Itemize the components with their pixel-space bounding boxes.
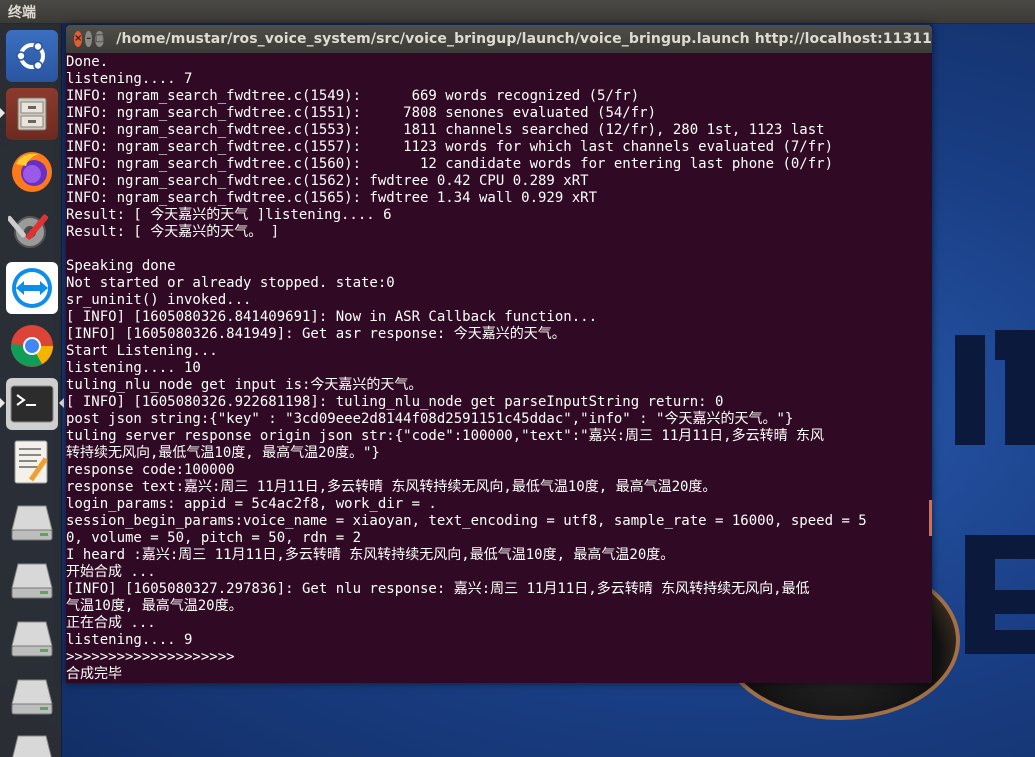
terminal-line: post json string:{"key" : "3cd09eee2d814… [66, 411, 794, 427]
gear-wrench-icon [8, 214, 49, 248]
wallpaper-shape [995, 630, 1035, 654]
terminal-output[interactable]: Done. listening.... 7 INFO: ngram_search_f… [66, 53, 932, 683]
window-title: /home/mustar/ros_voice_system/src/voice_… [116, 31, 932, 47]
terminal-line: [INFO] [1605080326.841949]: Get asr resp… [66, 326, 566, 342]
terminal-line: 0, volume = 50, pitch = 50, rdn = 2 [66, 530, 362, 546]
terminal-line: Result: [ 今天嘉兴的天气。 ] [66, 224, 280, 240]
terminal-line: >>>>>>>>>>>>>>>>>>>> [66, 649, 235, 665]
terminal-line: login_params: appid = 5c4ac2f8, work_dir… [66, 496, 437, 512]
drive-icon[interactable] [6, 728, 58, 757]
terminal-window[interactable]: × – □ /home/mustar/ros_voice_system/src/… [66, 25, 932, 683]
terminal-line: INFO: ngram_search_fwdtree.c(1553): 1811… [66, 122, 825, 138]
terminal-line: 正在合成 ... [66, 615, 156, 631]
terminal-line: Start Listening... [66, 343, 218, 359]
wallpaper-shape [965, 535, 1035, 559]
minimize-button[interactable]: – [85, 31, 92, 47]
terminal-line: [ INFO] [1605080326.841409691]: Now in A… [66, 309, 598, 325]
terminal-line: listening.... 9 [66, 632, 193, 648]
hard-drive-icon [12, 735, 52, 757]
system-settings-icon[interactable] [6, 204, 58, 256]
wallpaper-shape [965, 559, 995, 654]
terminal-line: 转持续无风向,最低气温10度, 最高气温20度。"} [66, 445, 380, 461]
firefox-icon[interactable] [6, 146, 58, 198]
terminal-line: [INFO] [1605080327.297836]: Get nlu resp… [66, 581, 810, 597]
terminal-line: response text:嘉兴:周三 11月11日,多云转晴 东风转持续无风向… [66, 479, 717, 495]
wallpaper-shape [1005, 360, 1035, 445]
launcher [0, 24, 64, 757]
drive-icon[interactable] [6, 554, 58, 606]
terminal-line: sr_uninit() invoked... [66, 292, 252, 308]
drive-icon[interactable] [6, 670, 58, 722]
terminal-line: INFO: ngram_search_fwdtree.c(1565): fwdt… [66, 190, 598, 206]
top-panel: 终端 [0, 0, 1035, 24]
hard-drive-icon [11, 621, 53, 657]
terminal-line: Done. [66, 54, 109, 70]
terminal-line: listening.... 10 [66, 360, 201, 376]
terminal-line: session_begin_params:voice_name = xiaoya… [66, 513, 867, 529]
terminal-line: response code:100000 [66, 462, 235, 478]
files-icon[interactable] [0, 88, 58, 140]
terminal-line: tuling server response origin json str:{… [66, 428, 825, 444]
hard-drive-icon [11, 679, 53, 715]
hard-drive-icon [11, 563, 53, 599]
file-cabinet-icon [17, 97, 47, 131]
terminal-line: Speaking done [66, 258, 176, 274]
hard-drive-icon [11, 505, 53, 541]
ubuntu-logo-icon [16, 41, 45, 71]
terminal-line: INFO: ngram_search_fwdtree.c(1560): 12 c… [66, 156, 834, 172]
terminal-logo-icon [10, 385, 54, 423]
terminal-line: [ INFO] [1605080326.922681198]: tuling_n… [66, 394, 724, 410]
terminal-line: tuling_nlu_node get input is:今天嘉兴的天气。 [66, 377, 423, 393]
terminal-line: Result: [ 今天嘉兴的天气 ]listening.... 6 [66, 207, 392, 223]
wallpaper-shape [995, 330, 1035, 360]
scrollbar-indicator[interactable] [929, 500, 932, 536]
wallpaper-shape [995, 590, 1035, 614]
terminal-line: INFO: ngram_search_fwdtree.c(1551): 7808… [66, 105, 657, 121]
drive-icon[interactable] [6, 496, 58, 548]
terminal-line: 开始合成 ... [66, 564, 156, 580]
drive-icon[interactable] [6, 612, 58, 664]
terminal-titlebar[interactable]: × – □ /home/mustar/ros_voice_system/src/… [66, 25, 932, 53]
terminal-line: Not started or already stopped. state:0 [66, 275, 395, 291]
teamviewer-icon[interactable] [6, 262, 58, 314]
maximize-button[interactable]: □ [94, 31, 105, 47]
active-app-title: 终端 [8, 4, 36, 21]
wallpaper-shape [955, 335, 985, 445]
firefox-logo-icon [12, 152, 52, 192]
close-button[interactable]: × [74, 31, 83, 47]
chrome-logo-icon [10, 325, 53, 367]
text-editor-logo-icon [14, 440, 48, 484]
terminal-line: I heard :嘉兴:周三 11月11日,多云转晴 东风转持续无风向,最低气温… [66, 547, 675, 563]
teamviewer-logo-icon [12, 268, 52, 308]
terminal-line: 合成完毕 [66, 666, 122, 682]
ubuntu-dash-icon[interactable] [6, 30, 58, 82]
terminal-line: INFO: ngram_search_fwdtree.c(1557): 1123… [66, 139, 834, 155]
chrome-icon[interactable] [6, 320, 58, 372]
terminal-line: listening.... 7 [66, 71, 193, 87]
terminal-line: INFO: ngram_search_fwdtree.c(1562): fwdt… [66, 173, 589, 189]
terminal-line: 气温10度, 最高气温20度。 [66, 598, 243, 614]
text-editor-icon[interactable] [6, 436, 58, 488]
terminal-icon[interactable] [0, 378, 64, 430]
terminal-line: INFO: ngram_search_fwdtree.c(1549): 669 … [66, 88, 640, 104]
